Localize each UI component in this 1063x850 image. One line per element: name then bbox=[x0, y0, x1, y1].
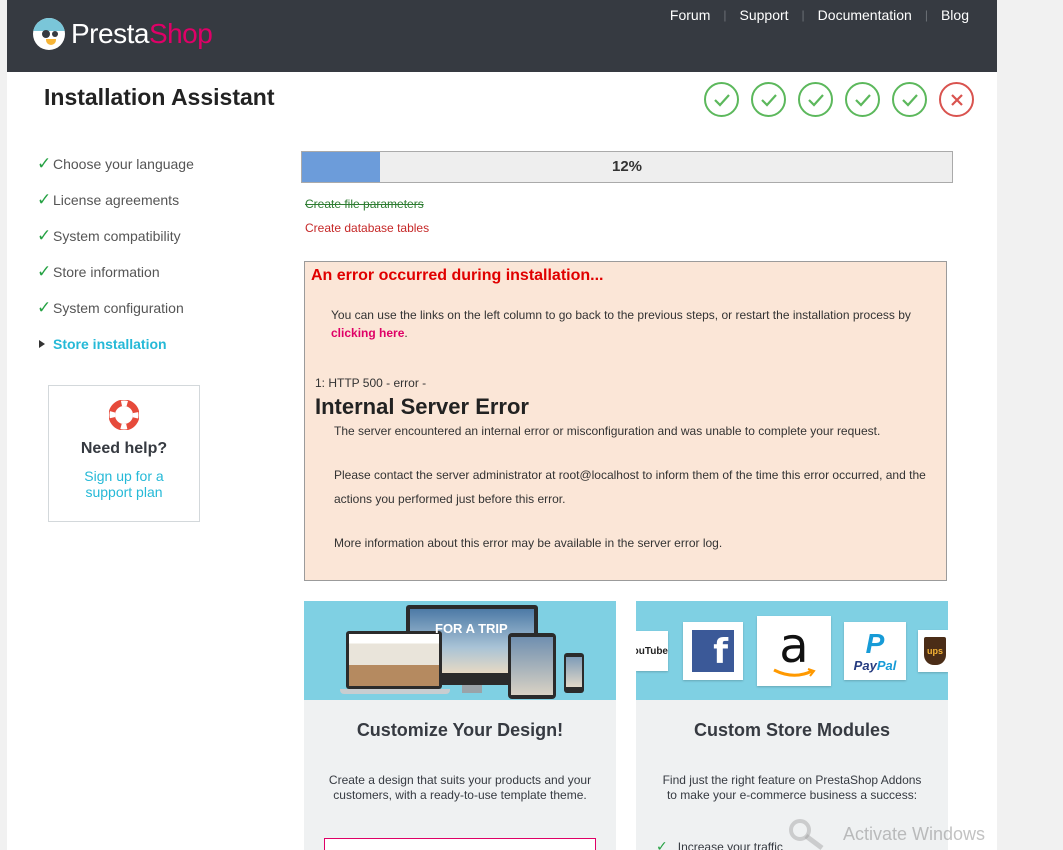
error-message-3: More information about this error may be… bbox=[334, 536, 723, 550]
banner-caption: FOR A TRIP bbox=[435, 621, 508, 636]
step-done-icon bbox=[751, 82, 786, 117]
page-title: Installation Assistant bbox=[44, 84, 275, 110]
sidebar-item-label: System configuration bbox=[53, 300, 184, 316]
error-intro-text: You can use the links on the left column… bbox=[331, 306, 931, 342]
check-icon: ✓ bbox=[37, 298, 52, 317]
check-icon: ✓ bbox=[37, 262, 52, 281]
installer-page: PrestaShop Forum | Support | Documentati… bbox=[7, 0, 997, 850]
error-intro-after: . bbox=[404, 326, 408, 340]
sidebar-item-label: System compatibility bbox=[53, 228, 181, 244]
error-title: Internal Server Error bbox=[315, 394, 529, 419]
laptop-base bbox=[340, 689, 450, 694]
card-title: Customize Your Design! bbox=[356, 720, 564, 740]
task-completed: Create file parameters bbox=[305, 197, 424, 211]
sidebar-item-store-information[interactable]: ✓ Store information bbox=[37, 254, 194, 290]
help-box: Need help? Sign up for a support plan bbox=[48, 385, 200, 522]
step-status-icons bbox=[704, 82, 974, 117]
facebook-logo-icon: f bbox=[683, 622, 743, 680]
step-done-icon bbox=[892, 82, 927, 117]
caret-right-icon bbox=[37, 340, 53, 348]
check-icon: ✓ bbox=[37, 154, 52, 173]
step-done-icon bbox=[704, 82, 739, 117]
error-code: 1: HTTP 500 - error - bbox=[315, 376, 427, 390]
monitor-stand bbox=[462, 685, 482, 693]
nav-blog-link[interactable]: Blog bbox=[941, 7, 969, 23]
card-text: Create a design that suits your products… bbox=[328, 773, 592, 802]
error-intro-before: You can use the links on the left column… bbox=[331, 308, 911, 322]
prestashop-logo[interactable]: PrestaShop bbox=[33, 18, 213, 50]
nav-separator: | bbox=[723, 8, 727, 22]
feature-label: Increase your traffic bbox=[677, 839, 783, 850]
step-done-icon bbox=[845, 82, 880, 117]
nav-documentation-link[interactable]: Documentation bbox=[818, 7, 912, 23]
feature-item: ✓ Increase your traffic bbox=[656, 838, 783, 850]
sidebar-item-label: Choose your language bbox=[53, 156, 194, 172]
puffin-logo-icon bbox=[33, 18, 65, 50]
sidebar-item-label: Store installation bbox=[53, 336, 167, 352]
sidebar-item-system-configuration[interactable]: ✓ System configuration bbox=[37, 290, 194, 326]
install-progress-bar: 12% bbox=[301, 151, 953, 183]
activate-windows-watermark: Activate Windows bbox=[843, 824, 986, 844]
check-icon: ✓ bbox=[656, 838, 668, 850]
nav-separator: | bbox=[801, 8, 805, 22]
logo-wordmark: PrestaShop bbox=[71, 18, 213, 49]
sidebar-item-language[interactable]: ✓ Choose your language bbox=[37, 146, 194, 182]
promo-card-design: FOR A TRIP Customize Your Design! Create… bbox=[304, 601, 616, 850]
error-panel: An error occurred during installation...… bbox=[304, 261, 947, 581]
sidebar-item-store-installation[interactable]: Store installation bbox=[37, 326, 194, 362]
step-done-icon bbox=[798, 82, 833, 117]
phone-illustration bbox=[564, 653, 584, 693]
sidebar-item-license[interactable]: ✓ License agreements bbox=[37, 182, 194, 218]
discover-themes-button[interactable] bbox=[324, 838, 596, 850]
help-title: Need help? bbox=[80, 440, 168, 457]
lifebuoy-icon bbox=[108, 399, 140, 431]
check-icon: ✓ bbox=[37, 226, 52, 245]
devices-banner-image: FOR A TRIP bbox=[304, 601, 616, 700]
check-icon: ✓ bbox=[37, 190, 52, 209]
task-failed: Create database tables bbox=[305, 221, 430, 235]
brands-banner-image: YouTube f a P PayPal ups bbox=[636, 601, 948, 700]
error-heading: An error occurred during installation... bbox=[311, 267, 604, 284]
laptop-illustration bbox=[346, 631, 442, 689]
browser-frame: PrestaShop Forum | Support | Documentati… bbox=[0, 0, 1063, 850]
amazon-logo-icon: a bbox=[757, 616, 831, 686]
sidebar-item-label: Store information bbox=[53, 264, 160, 280]
error-message-2: Please contact the server administrator … bbox=[334, 468, 926, 506]
card-text: Find just the right feature on PrestaSho… bbox=[662, 773, 922, 802]
top-nav: Forum | Support | Documentation | Blog bbox=[670, 7, 969, 23]
top-header: PrestaShop Forum | Support | Documentati… bbox=[7, 0, 997, 72]
youtube-logo-icon: YouTube bbox=[636, 631, 668, 671]
support-plan-link[interactable]: Sign up for a support plan bbox=[49, 468, 199, 500]
tablet-illustration bbox=[508, 633, 556, 699]
step-error-icon bbox=[939, 82, 974, 117]
sidebar-item-label: License agreements bbox=[53, 192, 180, 208]
paypal-logo-icon: P PayPal bbox=[844, 622, 906, 680]
key-watermark-icon bbox=[788, 816, 828, 850]
restart-installation-link[interactable]: clicking here bbox=[331, 326, 404, 340]
ups-logo-icon: ups bbox=[918, 630, 948, 672]
promo-card-modules: YouTube f a P PayPal ups Custom Store Mo… bbox=[636, 601, 948, 850]
nav-separator: | bbox=[924, 8, 928, 22]
error-message-1: The server encountered an internal error… bbox=[334, 424, 881, 438]
nav-support-link[interactable]: Support bbox=[740, 7, 789, 23]
sidebar-item-compatibility[interactable]: ✓ System compatibility bbox=[37, 218, 194, 254]
nav-forum-link[interactable]: Forum bbox=[670, 7, 710, 23]
progress-label: 12% bbox=[611, 158, 643, 175]
card-title: Custom Store Modules bbox=[693, 720, 890, 740]
install-steps-nav: ✓ Choose your language ✓ License agreeme… bbox=[37, 146, 194, 362]
